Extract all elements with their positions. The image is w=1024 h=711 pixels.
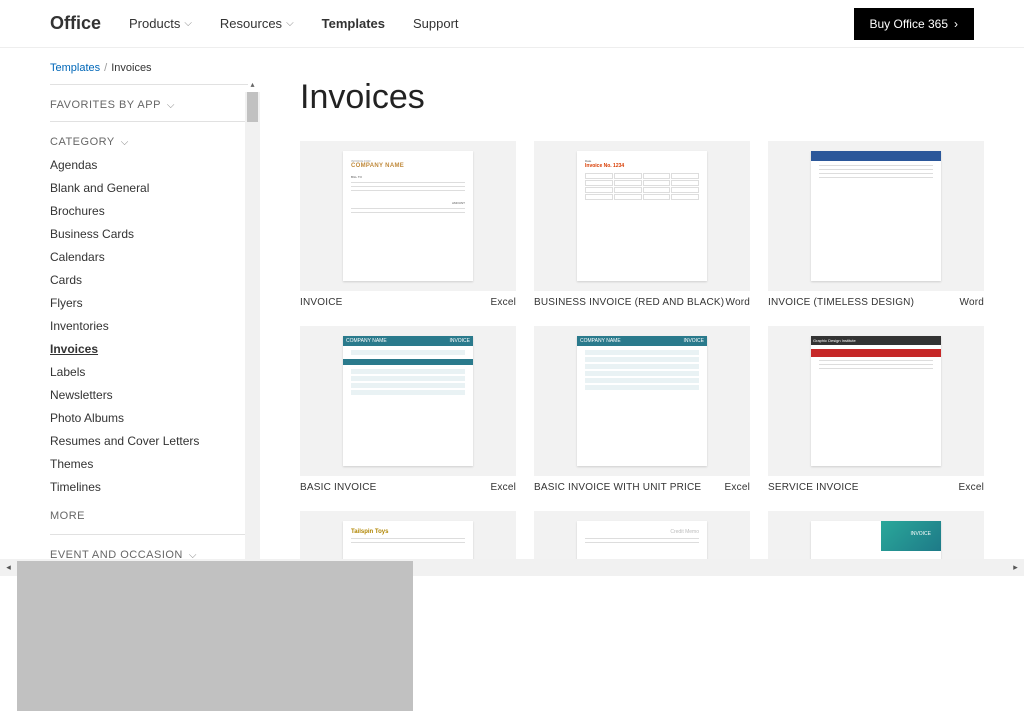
template-card: COMPANY NAMEINVOICE BASIC INVOICE Excel (300, 326, 516, 493)
primary-nav: Products ⌵ Resources ⌵ Templates Support (129, 16, 459, 31)
template-card: INVOICE FORCOMPANY NAMEBILL TOAMOUNT INV… (300, 141, 516, 308)
category-item-timelines[interactable]: Timelines (50, 480, 248, 494)
category-section-header[interactable]: CATEGORY ⌵ (50, 122, 248, 158)
category-header-label: CATEGORY (50, 136, 115, 148)
breadcrumb-current: Invoices (111, 62, 151, 74)
template-grid: INVOICE FORCOMPANY NAMEBILL TOAMOUNT INV… (300, 141, 984, 559)
nav-templates[interactable]: Templates (322, 16, 385, 31)
breadcrumb: Templates/Invoices (50, 48, 248, 84)
sidebar-scrollbar[interactable]: ▴ ▾ (245, 92, 260, 559)
category-item-brochures[interactable]: Brochures (50, 204, 248, 218)
category-item-cards[interactable]: Cards (50, 273, 248, 287)
scroll-up-icon[interactable]: ▴ (245, 77, 260, 92)
template-name: BASIC INVOICE (300, 482, 377, 493)
template-app: Word (959, 297, 984, 308)
category-item-inventories[interactable]: Inventories (50, 319, 248, 333)
scrollbar-thumb[interactable] (17, 561, 413, 711)
template-name: INVOICE (300, 297, 343, 308)
template-thumbnail[interactable]: COMPANY NAMEINVOICE (300, 326, 516, 476)
template-app: Excel (725, 482, 750, 493)
template-name: SERVICE INVOICE (768, 482, 859, 493)
chevron-right-icon: › (954, 17, 958, 31)
template-thumbnail[interactable] (768, 141, 984, 291)
template-app: Word (725, 297, 750, 308)
category-item-agendas[interactable]: Agendas (50, 158, 248, 172)
template-name: BASIC INVOICE WITH UNIT PRICE (534, 482, 701, 493)
category-item-resumes-and-cover-letters[interactable]: Resumes and Cover Letters (50, 434, 248, 448)
category-item-photo-albums[interactable]: Photo Albums (50, 411, 248, 425)
category-item-themes[interactable]: Themes (50, 457, 248, 471)
template-card: DateInvoice No. 1234 BUSINESS INVOICE (R… (534, 141, 750, 308)
event-section-header[interactable]: EVENT AND OCCASION ⌵ (50, 535, 248, 559)
category-item-invoices[interactable]: Invoices (50, 342, 248, 356)
main-content: Invoices INVOICE FORCOMPANY NAMEBILL TOA… (260, 48, 1024, 559)
chevron-down-icon: ⌵ (184, 18, 192, 29)
template-name: BUSINESS INVOICE (RED AND BLACK) (534, 297, 724, 308)
template-app: Excel (491, 482, 516, 493)
template-thumbnail[interactable]: Credit Memo (534, 511, 750, 559)
horizontal-scrollbar[interactable]: ◂ ▸ (0, 559, 1024, 576)
template-card: Tailspin Toys (300, 511, 516, 559)
nav-products-label: Products (129, 16, 180, 31)
nav-support-label: Support (413, 16, 459, 31)
chevron-down-icon: ⌵ (167, 100, 175, 111)
event-header-label: EVENT AND OCCASION (50, 549, 183, 559)
favorites-header-label: FAVORITES BY APP (50, 99, 161, 111)
template-thumbnail[interactable]: INVOICE (768, 511, 984, 559)
scrollbar-thumb[interactable] (247, 92, 258, 122)
page-title: Invoices (300, 78, 984, 117)
brand-logo[interactable]: Office (50, 13, 101, 34)
template-card: Credit Memo (534, 511, 750, 559)
category-item-business-cards[interactable]: Business Cards (50, 227, 248, 241)
buy-office-button[interactable]: Buy Office 365 › (854, 8, 975, 40)
template-thumbnail[interactable]: INVOICE FORCOMPANY NAMEBILL TOAMOUNT (300, 141, 516, 291)
category-list: Agendas Blank and General Brochures Busines… (50, 158, 248, 506)
topbar: Office Products ⌵ Resources ⌵ Templates Su… (0, 0, 1024, 48)
cta-label: Buy Office 365 (870, 17, 949, 31)
category-item-blank-and-general[interactable]: Blank and General (50, 181, 248, 195)
template-thumbnail[interactable]: Tailspin Toys (300, 511, 516, 559)
chevron-down-icon: ⌵ (286, 18, 294, 29)
template-thumbnail[interactable]: Graphic Design Institute (768, 326, 984, 476)
chevron-down-icon: ⌵ (189, 550, 197, 560)
breadcrumb-root[interactable]: Templates (50, 62, 100, 74)
scroll-right-icon[interactable]: ▸ (1007, 559, 1024, 576)
category-item-calendars[interactable]: Calendars (50, 250, 248, 264)
nav-support[interactable]: Support (413, 16, 459, 31)
nav-templates-label: Templates (322, 16, 385, 31)
template-card: INVOICE (TIMELESS DESIGN) Word (768, 141, 984, 308)
nav-resources-label: Resources (220, 16, 282, 31)
category-item-newsletters[interactable]: Newsletters (50, 388, 248, 402)
category-more[interactable]: MORE (50, 506, 248, 522)
template-thumbnail[interactable]: DateInvoice No. 1234 (534, 141, 750, 291)
template-app: Excel (491, 297, 516, 308)
scroll-left-icon[interactable]: ◂ (0, 559, 17, 576)
template-name: INVOICE (TIMELESS DESIGN) (768, 297, 914, 308)
chevron-down-icon: ⌵ (121, 137, 129, 148)
sidebar: Templates/Invoices FAVORITES BY APP⌵ CAT… (0, 48, 260, 559)
template-thumbnail[interactable]: COMPANY NAMEINVOICE (534, 326, 750, 476)
template-card: Graphic Design Institute SERVICE INVOICE… (768, 326, 984, 493)
template-card: INVOICE (768, 511, 984, 559)
nav-products[interactable]: Products ⌵ (129, 16, 192, 31)
nav-resources[interactable]: Resources ⌵ (220, 16, 294, 31)
template-app: Excel (959, 482, 984, 493)
breadcrumb-sep: / (100, 62, 111, 74)
category-item-flyers[interactable]: Flyers (50, 296, 248, 310)
template-card: COMPANY NAMEINVOICE BASIC INVOICE WITH U… (534, 326, 750, 493)
favorites-section-header[interactable]: FAVORITES BY APP ⌵ (50, 85, 248, 121)
scrollbar-track[interactable] (17, 559, 1007, 576)
category-item-labels[interactable]: Labels (50, 365, 248, 379)
